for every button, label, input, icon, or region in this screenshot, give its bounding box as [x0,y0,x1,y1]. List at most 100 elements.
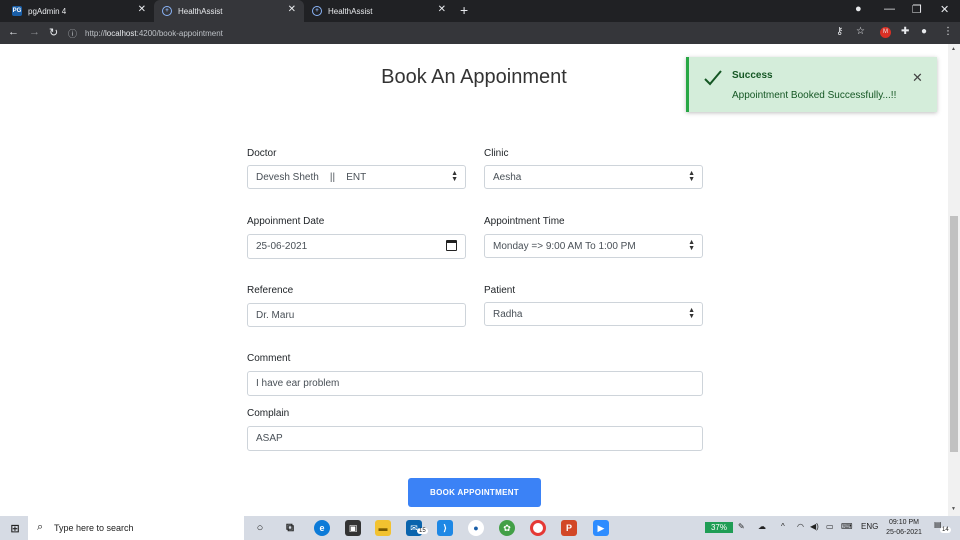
battery-indicator[interactable]: 37% [705,522,733,533]
cortana-icon[interactable]: ○ [252,520,268,536]
doctor-value: Devesh Sheth || ENT [256,171,367,183]
key-icon[interactable]: ⚷ [836,26,843,37]
close-window-icon[interactable]: ✕ [940,3,949,16]
pgadmin-icon: PG [12,6,22,16]
complain-input[interactable]: ASAP [247,426,703,451]
tab-label: pgAdmin 4 [28,6,67,16]
address-bar[interactable]: ⓘ http://localhost:4200/book-appointment [68,24,872,42]
file-explorer-icon[interactable]: ▬ [375,520,391,536]
date-value: 25-06-2021 [256,241,308,252]
minimize-icon[interactable]: — [884,3,895,15]
time-label: Appointment Time [484,216,565,227]
new-tab-icon[interactable]: + [460,2,468,18]
profile-icon[interactable]: ● [921,26,927,37]
search-icon: ⌕ [37,521,44,533]
task-view-icon[interactable]: ⧉ [282,520,298,536]
zoom-icon[interactable]: ▶ [593,520,609,536]
page-scrollbar[interactable]: ▲ ▼ [948,44,960,516]
keyboard-icon[interactable]: ⌨ [841,522,853,531]
pen-icon[interactable]: ✎ [738,522,745,531]
clinic-label: Clinic [484,148,509,159]
extensions-puzzle-icon[interactable]: ✚ [901,26,909,37]
language-indicator[interactable]: ENG [861,522,878,531]
browser-toolbar: ← → ↻ ⓘ http://localhost:4200/book-appoi… [0,22,960,44]
back-icon[interactable]: ← [8,26,19,38]
chrome-icon[interactable] [530,520,546,536]
extension-m-icon[interactable]: M [880,27,891,38]
scroll-up-icon[interactable]: ▲ [951,46,956,52]
taskbar-search[interactable]: ⌕ Type here to search [28,516,244,540]
mail-badge: 15 [417,528,428,534]
system-clock[interactable]: 09:10 PM 25-06-2021 [878,518,930,538]
edge-icon[interactable]: e [314,520,330,536]
select-arrows-icon: ▲ ▼ [688,307,695,320]
info-icon[interactable]: ⓘ [68,27,77,40]
spring-tool-icon[interactable]: ✿ [499,520,515,536]
tab-healthassist-active[interactable]: + HealthAssist ✕ [154,0,304,22]
reference-value: Dr. Maru [256,309,295,321]
select-arrows-icon: ▲ ▼ [688,170,695,183]
success-toast: Success Appointment Booked Successfully.… [686,57,937,112]
url-host: localhost [105,28,137,38]
toast-close-icon[interactable]: ✕ [912,70,923,86]
scrollbar-thumb[interactable] [950,216,958,452]
bookmark-star-icon[interactable]: ☆ [856,26,865,37]
comment-label: Comment [247,353,291,364]
page-content: Book An Appoinment Doctor Devesh Sheth |… [0,44,948,516]
store-icon[interactable]: ▣ [345,520,361,536]
complain-label: Complain [247,408,290,419]
toast-title: Success [732,70,773,81]
weather-icon[interactable]: ☁ [758,522,766,531]
powerpoint-icon[interactable]: P [561,520,577,536]
clinic-value: Aesha [493,171,522,183]
chevron-up-icon[interactable]: ^ [781,522,785,531]
volume-icon[interactable]: ◀) [810,522,819,531]
reference-input[interactable]: Dr. Maru [247,303,466,327]
calendar-icon[interactable] [446,240,457,251]
select-arrows-icon: ▲ ▼ [451,170,458,183]
tab-label: HealthAssist [178,6,223,16]
complain-value: ASAP [256,433,283,444]
tab-search-icon[interactable]: ● [855,3,862,15]
restore-icon[interactable]: ❐ [912,3,922,16]
clock-time: 09:10 PM [889,519,919,526]
healthassist-icon: + [162,6,172,16]
close-tab-icon[interactable]: ✕ [438,4,446,15]
clinic-select[interactable]: Aesha ▲ ▼ [484,165,703,189]
appointment-date-input[interactable]: 25-06-2021 [247,234,466,259]
vscode-icon[interactable]: ⟩ [437,520,453,536]
reference-label: Reference [247,285,294,296]
tab-label: HealthAssist [328,6,373,16]
checkmark-icon [704,70,722,86]
comment-input[interactable]: I have ear problem [247,371,703,396]
notification-badge: 14 [940,527,951,533]
tab-pgadmin[interactable]: PG pgAdmin 4 ✕ [4,0,154,22]
appointment-time-select[interactable]: Monday => 9:00 AM To 1:00 PM ▲ ▼ [484,234,703,258]
close-tab-icon[interactable]: ✕ [288,4,296,15]
windows-start-icon[interactable]: ⊞ [7,520,23,536]
patient-select[interactable]: Radha ▲ ▼ [484,302,703,326]
time-value: Monday => 9:00 AM To 1:00 PM [493,240,636,252]
select-arrows-icon: ▲ ▼ [688,239,695,252]
scroll-down-icon[interactable]: ▼ [951,506,956,512]
search-placeholder: Type here to search [54,523,134,533]
patient-label: Patient [484,285,516,296]
reload-icon[interactable]: ↻ [49,26,58,39]
patient-value: Radha [493,308,523,320]
notification-center-icon[interactable]: ▤ 14 [934,520,951,536]
date-label: Appoinment Date [247,216,325,227]
url-prefix: http:// [85,28,106,38]
forward-icon[interactable]: → [29,26,40,38]
doctor-label: Doctor [247,148,277,159]
app-icon[interactable]: ● [468,520,484,536]
windows-taskbar: ⊞ ⌕ Type here to search ○ ⧉ e ▣ ▬ ✉ 15 ⟩… [0,516,960,540]
clock-date: 25-06-2021 [886,529,922,536]
menu-kebab-icon[interactable]: ⋮ [943,26,953,37]
book-appointment-button[interactable]: BOOK APPOINTMENT [408,478,541,507]
tab-healthassist[interactable]: + HealthAssist ✕ [304,0,454,22]
close-tab-icon[interactable]: ✕ [138,4,146,15]
wifi-icon[interactable]: ◠ [797,522,804,531]
healthassist-icon: + [312,6,322,16]
doctor-select[interactable]: Devesh Sheth || ENT ▲ ▼ [247,165,466,189]
battery-icon[interactable]: ▭ [826,522,834,531]
